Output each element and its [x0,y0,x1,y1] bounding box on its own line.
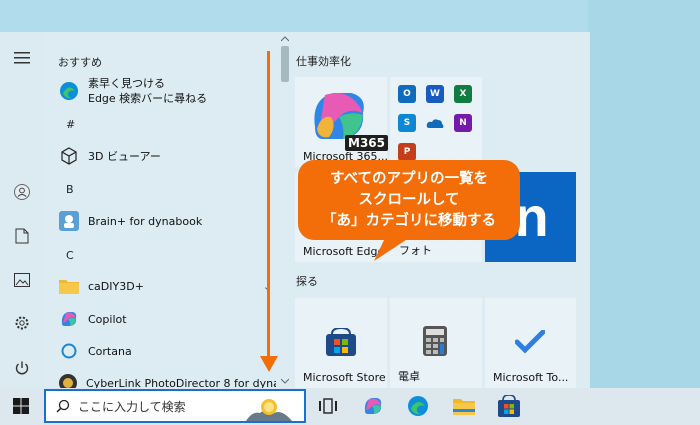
todo-check-icon [515,330,545,354]
documents-icon[interactable] [10,224,34,248]
list-item-edge-search[interactable]: 素早く見つける Edge 検索バーに尋ねる [58,74,207,108]
excel-icon[interactable]: X [454,85,472,103]
callout-pointer [374,236,412,261]
brain-icon [58,210,80,232]
store-icon[interactable] [497,394,521,418]
photodirector-icon [58,372,78,388]
copilot-icon[interactable] [361,394,385,418]
section-hash[interactable]: # [66,118,75,131]
word-icon[interactable]: W [426,85,444,103]
list-item-3d-viewer[interactable]: 3D ビューアー [58,142,161,170]
section-c[interactable]: C [66,249,74,262]
scroll-up-icon[interactable] [281,36,289,42]
arrowhead-icon [260,356,278,372]
expand-chevron-icon[interactable]: ⌄ [273,377,276,389]
hamburger-menu-icon[interactable] [10,46,34,70]
todo-tile-label: Microsoft To... [493,371,569,384]
folder-icon [58,275,80,297]
onenote-icon[interactable]: N [454,114,472,132]
list-item-brain[interactable]: Brain+ for dynabook [58,207,202,235]
app-label: 3D ビューアー [88,150,161,163]
group-header-productivity[interactable]: 仕事効率化 [296,53,351,69]
app-list-scrollbar[interactable] [279,36,291,388]
onedrive-icon[interactable] [426,114,444,132]
copilot-icon [58,308,80,330]
edge-icon [58,80,80,102]
all-apps-list[interactable]: おすすめ 素早く見つける Edge 検索バーに尋ねる # 3D ビューアー B … [44,32,276,388]
scrollbar-thumb[interactable] [281,46,289,82]
callout-line2: スクロールして [358,191,460,208]
search-placeholder: ここに入力して検索 [78,399,186,414]
tile-calculator[interactable]: 電卓 [390,298,482,388]
tile-microsoft-365[interactable]: M365 Microsoft 365... [295,77,388,167]
outlook-icon[interactable]: O [398,85,416,103]
app-label: Brain+ for dynabook [88,214,203,228]
user-account-icon[interactable] [10,180,34,204]
windows-icon[interactable] [9,394,33,418]
group-header-explore[interactable]: 探る [296,273,318,289]
task-view-icon[interactable] [316,394,340,418]
settings-gear-icon[interactable] [10,311,34,335]
edge-search-line1: 素早く見つける [88,77,165,90]
app-label: caDIY3D+ [88,279,144,293]
scroll-down-icon[interactable] [281,378,289,384]
power-icon[interactable] [10,356,34,380]
store-icon [326,328,356,356]
instruction-callout: すべてのアプリの一覧を スクロールして 「あ」カテゴリに移動する [298,160,520,240]
powerpoint-icon[interactable]: P [398,143,416,161]
recommended-header: おすすめ [58,56,102,69]
section-b[interactable]: B [66,183,74,196]
app-label: Cortana [88,344,132,358]
tile-office-apps[interactable]: O W X S N P [390,77,482,167]
tile-microsoft-todo[interactable]: Microsoft To... [485,298,576,388]
skype-icon[interactable]: S [398,114,416,132]
calc-tile-label: 電卓 [398,370,420,383]
store-tile-label: Microsoft Store [303,371,386,384]
list-item-copilot[interactable]: Copilot [58,305,127,333]
search-highlight-icon [246,399,292,421]
callout-line3: 「あ」カテゴリに移動する [322,212,496,229]
app-label: Copilot [88,312,127,326]
cortana-icon [58,340,80,362]
tile-microsoft-store[interactable]: Microsoft Store [295,298,387,388]
desktop-right [588,0,700,388]
app-label: CyberLink PhotoDirector 8 for dynabo... [86,376,276,389]
cube-icon [58,145,80,167]
edge-icon[interactable] [406,394,430,418]
file-explorer-icon[interactable] [452,394,476,418]
edge-search-line2: Edge 検索バーに尋ねる [88,92,208,105]
list-item-cadiy3d[interactable]: caDIY3D+ ⌄ [58,272,272,300]
scroll-direction-arrow [267,51,270,367]
search-icon [56,399,70,413]
taskbar-search-box[interactable]: ここに入力して検索 [44,389,306,423]
m365-badge: M365 [345,135,388,151]
list-item-photodirector[interactable]: CyberLink PhotoDirector 8 for dynabo... … [58,369,276,388]
calculator-icon [423,326,447,356]
list-item-cortana[interactable]: Cortana [58,337,132,365]
callout-line1: すべてのアプリの一覧を [330,170,488,187]
pictures-icon[interactable] [10,268,34,292]
